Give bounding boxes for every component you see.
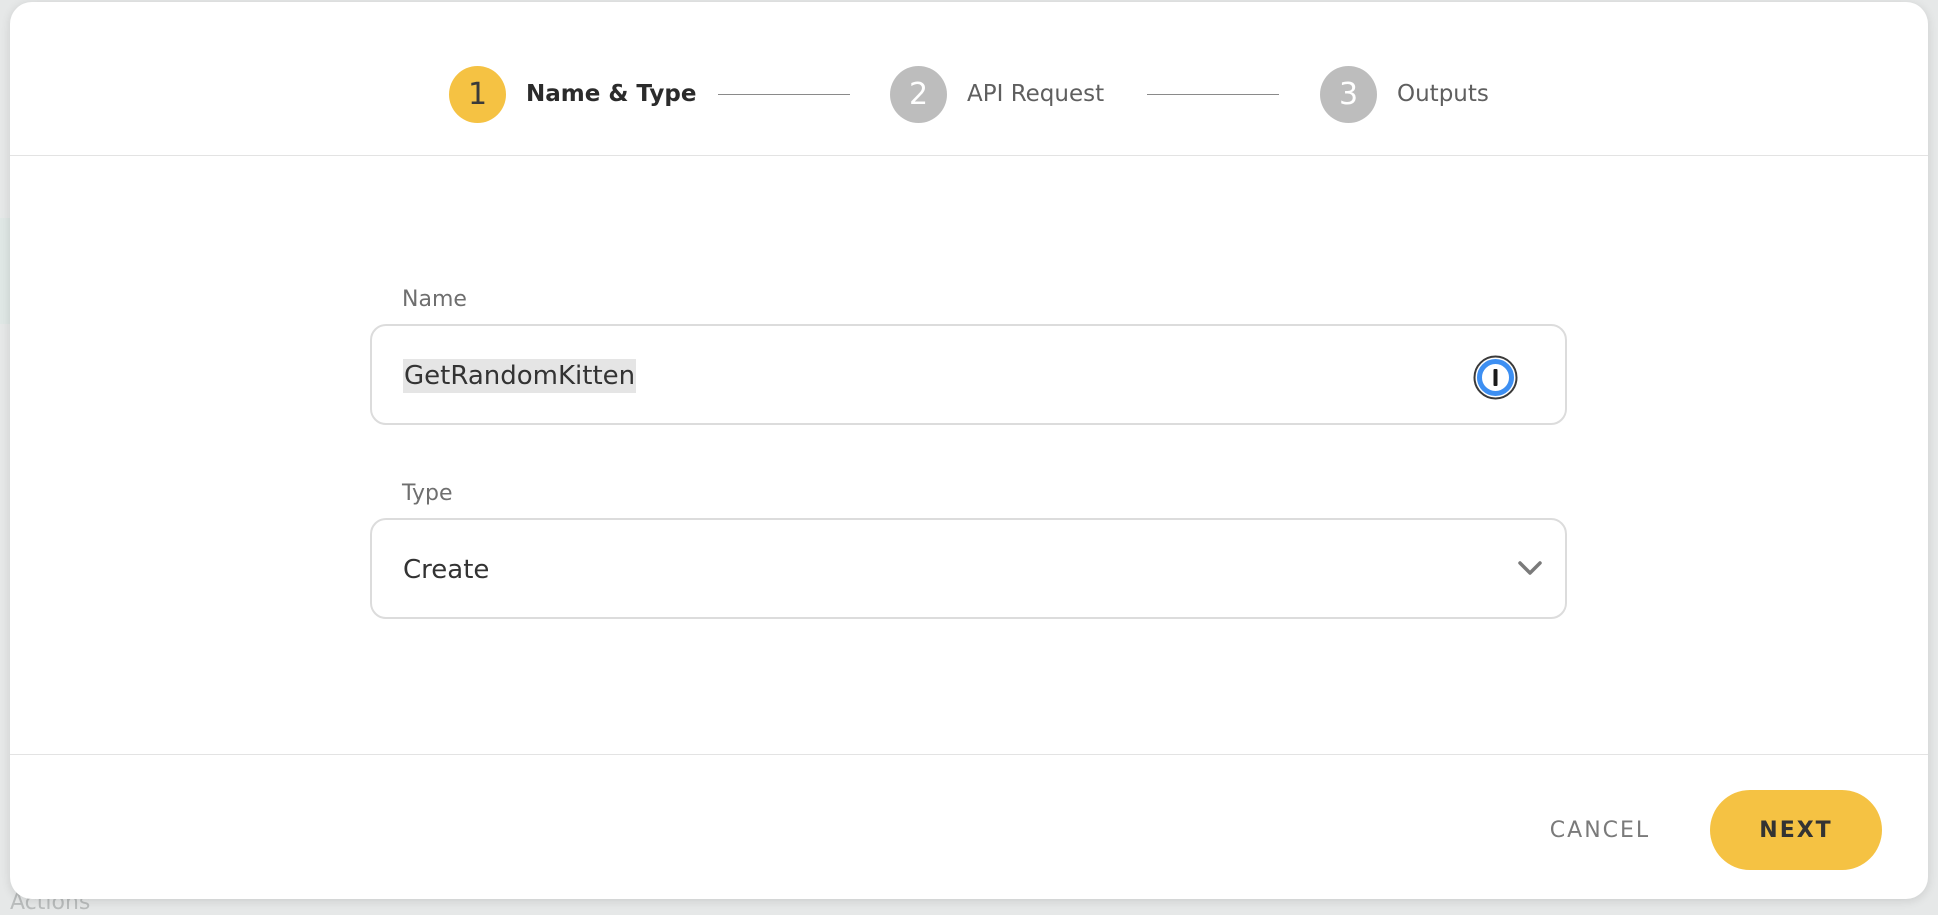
step-1-badge: 1 bbox=[449, 65, 506, 123]
stepper: 1 Name & Type 2 API Request 3 Outputs bbox=[10, 2, 1928, 156]
step-2-badge: 2 bbox=[890, 65, 947, 123]
step-2-label: API Request bbox=[967, 81, 1105, 107]
name-field-label: Name bbox=[402, 287, 467, 312]
step-3-label: Outputs bbox=[1397, 81, 1489, 107]
step-3-badge: 3 bbox=[1320, 65, 1377, 123]
type-select[interactable]: Create bbox=[370, 518, 1567, 619]
name-input[interactable]: GetRandomKitten bbox=[370, 324, 1567, 425]
type-select-value: Create bbox=[403, 555, 490, 585]
password-manager-icon[interactable] bbox=[1473, 355, 1518, 400]
dialog-footer: CANCEL NEXT bbox=[10, 754, 1928, 899]
type-field-label: Type bbox=[402, 481, 453, 506]
step-outputs[interactable]: 3 Outputs bbox=[1320, 65, 1489, 123]
create-action-dialog: 1 Name & Type 2 API Request 3 Outputs Na… bbox=[10, 2, 1928, 899]
next-button[interactable]: NEXT bbox=[1710, 790, 1882, 870]
step-name-type[interactable]: 1 Name & Type bbox=[449, 65, 696, 123]
step-api-request[interactable]: 2 API Request bbox=[890, 65, 1104, 123]
step-connector-2 bbox=[1147, 94, 1279, 95]
name-input-value: GetRandomKitten bbox=[403, 359, 637, 393]
step-1-label: Name & Type bbox=[526, 81, 697, 107]
step-connector-1 bbox=[718, 94, 850, 95]
chevron-down-icon[interactable] bbox=[1515, 558, 1545, 578]
cancel-button[interactable]: CANCEL bbox=[1520, 805, 1680, 855]
